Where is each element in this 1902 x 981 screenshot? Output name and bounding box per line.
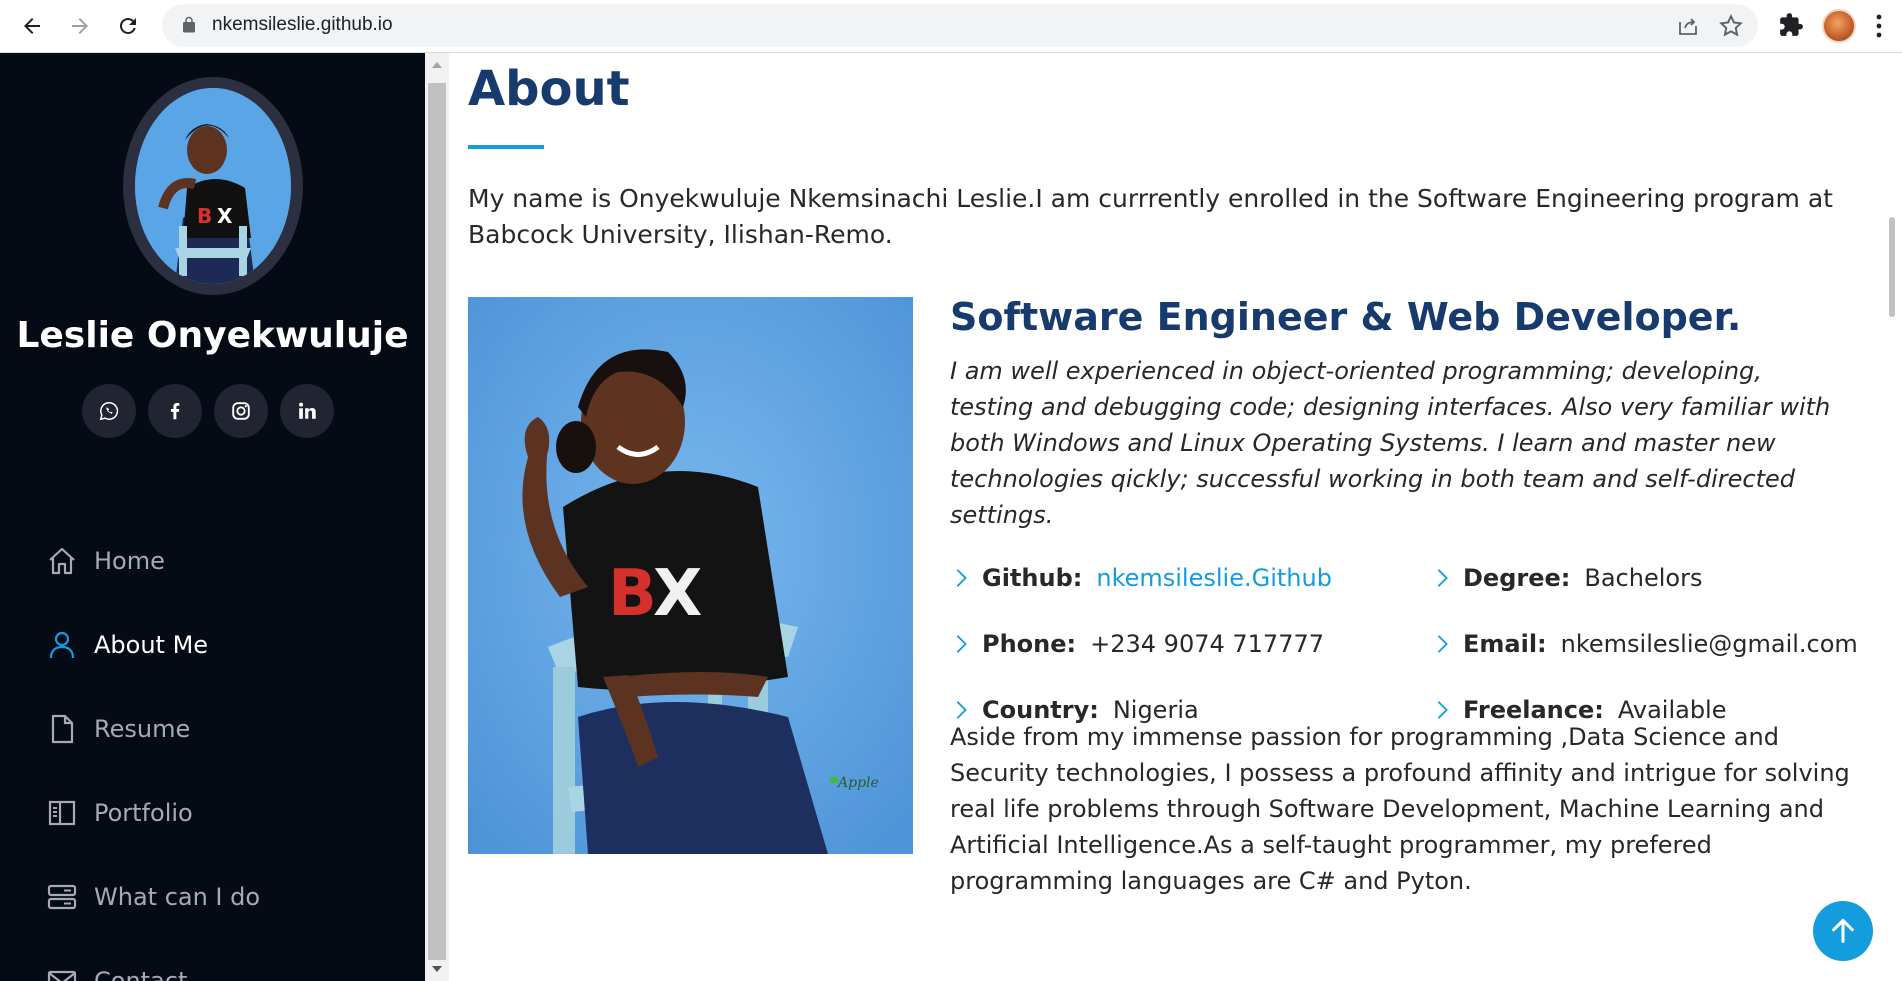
lock-icon bbox=[183, 16, 195, 33]
nav-item-about[interactable]: About Me bbox=[0, 603, 425, 687]
job-title: Software Engineer & Web Developer. bbox=[950, 295, 1742, 339]
nav-label-contact: Contact bbox=[94, 967, 188, 981]
facebook-icon bbox=[170, 403, 180, 420]
chevron-right-icon bbox=[956, 635, 967, 653]
facebook-link[interactable] bbox=[148, 384, 202, 438]
bio-text: Aside from my immense passion for progra… bbox=[950, 723, 1850, 895]
nav-item-resume[interactable]: Resume bbox=[0, 687, 425, 771]
browser-menu-icon[interactable] bbox=[1876, 14, 1882, 38]
sidebar-scrollbar[interactable] bbox=[425, 53, 449, 981]
file-icon bbox=[51, 714, 74, 744]
chevron-right-icon bbox=[956, 701, 967, 719]
chevron-right-icon bbox=[1437, 569, 1448, 587]
back-to-top-button[interactable] bbox=[1813, 901, 1873, 961]
scroll-up-arrow-icon[interactable] bbox=[432, 62, 442, 68]
whatsapp-icon bbox=[99, 402, 119, 421]
instagram-link[interactable] bbox=[214, 384, 268, 438]
chevron-right-icon bbox=[1437, 701, 1448, 719]
info-github: Github: nkemsileslie.Github bbox=[950, 558, 1332, 598]
svg-text:X: X bbox=[217, 204, 233, 228]
github-link[interactable]: nkemsileslie.Github bbox=[1096, 564, 1332, 592]
nav-item-contact[interactable]: Contact bbox=[0, 939, 425, 981]
home-icon bbox=[49, 547, 75, 575]
svg-text:B: B bbox=[197, 204, 212, 228]
sidebar: B X Leslie Onyekwuluje Home About Me Res… bbox=[0, 53, 425, 981]
book-icon bbox=[48, 800, 76, 826]
info-label: Github: bbox=[982, 564, 1083, 592]
nav-label-services: What can I do bbox=[94, 883, 261, 911]
reload-icon bbox=[119, 17, 136, 34]
back-button[interactable] bbox=[16, 10, 48, 42]
svg-text:X: X bbox=[653, 557, 702, 631]
profile-image: B X Apple bbox=[468, 297, 913, 854]
share-icon[interactable] bbox=[1676, 14, 1700, 38]
intro-text: My name is Onyekwuluje Nkemsinachi Lesli… bbox=[468, 184, 1833, 249]
extensions-puzzle-icon[interactable] bbox=[1778, 12, 1804, 38]
server-icon bbox=[47, 884, 77, 910]
nav-item-home[interactable]: Home bbox=[0, 519, 425, 603]
social-links bbox=[82, 384, 334, 438]
back-arrow-icon bbox=[24, 18, 40, 34]
info-degree: Degree: Bachelors bbox=[1431, 558, 1702, 598]
bookmark-star-icon[interactable] bbox=[1718, 13, 1744, 39]
site-owner-name[interactable]: Leslie Onyekwuluje bbox=[0, 315, 425, 356]
section-title: About bbox=[468, 61, 630, 117]
chevron-right-icon bbox=[1437, 635, 1448, 653]
scrollbar-thumb[interactable] bbox=[428, 83, 446, 960]
instagram-icon bbox=[232, 402, 250, 420]
address-bar[interactable]: nkemsileslie.github.io bbox=[162, 4, 1758, 47]
info-value: +234 9074 717777 bbox=[1090, 630, 1324, 658]
page-scrollbar[interactable] bbox=[1881, 53, 1902, 981]
info-label: Phone: bbox=[982, 630, 1077, 658]
whatsapp-link[interactable] bbox=[82, 384, 136, 438]
linkedin-link[interactable] bbox=[280, 384, 334, 438]
profile-avatar[interactable] bbox=[1822, 9, 1856, 43]
nav-label-portfolio: Portfolio bbox=[94, 799, 193, 827]
svg-text:Apple: Apple bbox=[836, 775, 879, 791]
info-label: Email: bbox=[1463, 630, 1547, 658]
linkedin-icon bbox=[299, 402, 316, 419]
job-description: I am well experienced in object-oriented… bbox=[950, 357, 1831, 529]
scroll-down-arrow-icon[interactable] bbox=[432, 966, 442, 972]
info-value: nkemsileslie@gmail.com bbox=[1560, 630, 1858, 658]
nav-label-home: Home bbox=[94, 547, 165, 575]
arrow-up-icon bbox=[1832, 918, 1854, 944]
person-icon bbox=[49, 631, 75, 659]
nav-label-resume: Resume bbox=[94, 715, 191, 743]
nav-label-about: About Me bbox=[94, 631, 209, 659]
url-text[interactable]: nkemsileslie.github.io bbox=[212, 14, 393, 36]
nav-item-portfolio[interactable]: Portfolio bbox=[0, 771, 425, 855]
info-value: Bachelors bbox=[1584, 564, 1703, 592]
info-phone: Phone: +234 9074 717777 bbox=[950, 624, 1324, 664]
title-underline bbox=[468, 145, 544, 149]
info-email: Email: nkemsileslie@gmail.com bbox=[1431, 624, 1858, 664]
scrollbar-thumb[interactable] bbox=[1889, 217, 1895, 317]
info-label: Degree: bbox=[1463, 564, 1571, 592]
main-navigation: Home About Me Resume Portfolio What can … bbox=[0, 519, 425, 981]
profile-photo: B X bbox=[135, 88, 291, 284]
browser-toolbar: nkemsileslie.github.io bbox=[0, 0, 1902, 53]
profile-photo-frame: B X bbox=[123, 77, 303, 295]
svg-text:B: B bbox=[608, 557, 657, 631]
nav-item-services[interactable]: What can I do bbox=[0, 855, 425, 939]
forward-button[interactable] bbox=[64, 10, 96, 42]
chevron-right-icon bbox=[956, 569, 967, 587]
reload-button[interactable] bbox=[112, 10, 144, 42]
about-section: About My name is Onyekwuluje Nkemsinachi… bbox=[449, 53, 1881, 981]
envelope-icon bbox=[47, 970, 77, 981]
forward-arrow-icon bbox=[72, 18, 88, 34]
